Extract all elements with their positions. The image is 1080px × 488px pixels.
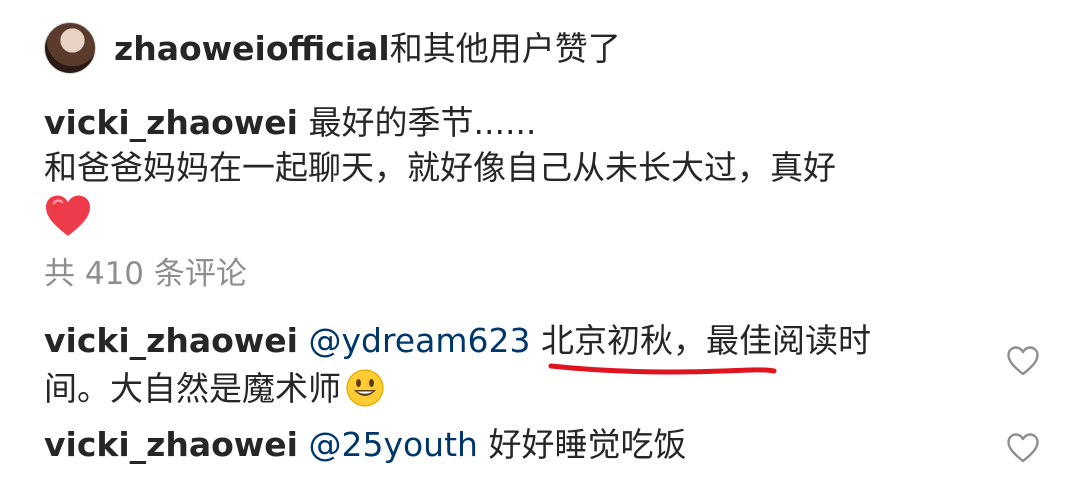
liked-by-text: zhaoweiofficial和其他用户赞了	[114, 32, 621, 65]
comment-mention[interactable]: @25youth	[308, 425, 477, 464]
liker-avatar[interactable]	[44, 22, 96, 74]
caption-text-2: 和爸爸妈妈在一起聊天，就好像自己从未长大过，真好	[44, 148, 836, 187]
comment-mention[interactable]: @ydream623	[308, 321, 530, 360]
smiley-emoji	[346, 369, 384, 407]
liked-by-suffix: 和其他用户赞了	[389, 28, 621, 68]
liker-username[interactable]: zhaoweiofficial	[114, 29, 390, 68]
comment-author-username[interactable]: vicki_zhaowei	[44, 321, 298, 360]
comment-text-line-2: 间。大自然是魔术师	[44, 369, 341, 408]
caption-line-1: vicki_zhaowei 最好的季节......	[44, 100, 1044, 145]
comment-highlighted-text: 北京初秋，	[540, 321, 706, 360]
liked-by-row[interactable]: zhaoweiofficial和其他用户赞了	[44, 22, 621, 74]
comment-text: 好好睡觉吃饭	[488, 425, 687, 464]
comment-text: 最佳阅读时	[705, 321, 871, 360]
comment-item: vicki_zhaowei @25youth 好好睡觉吃饭	[44, 421, 974, 469]
comment-item: vicki_zhaowei @ydream623 北京初秋，最佳阅读时 间。大自…	[44, 317, 974, 413]
comment-author-username[interactable]: vicki_zhaowei	[44, 425, 298, 464]
heart-outline-icon[interactable]	[1006, 345, 1040, 377]
caption-text-1: 最好的季节......	[308, 103, 537, 142]
post-caption: vicki_zhaowei 最好的季节...... 和爸爸妈妈在一起聊天，就好像…	[44, 100, 1044, 249]
heart-emoji	[46, 195, 90, 236]
view-all-comments-link[interactable]: 共 410 条评论	[44, 252, 247, 297]
post-author-username[interactable]: vicki_zhaowei	[44, 103, 298, 142]
heart-outline-icon[interactable]	[1006, 432, 1040, 464]
